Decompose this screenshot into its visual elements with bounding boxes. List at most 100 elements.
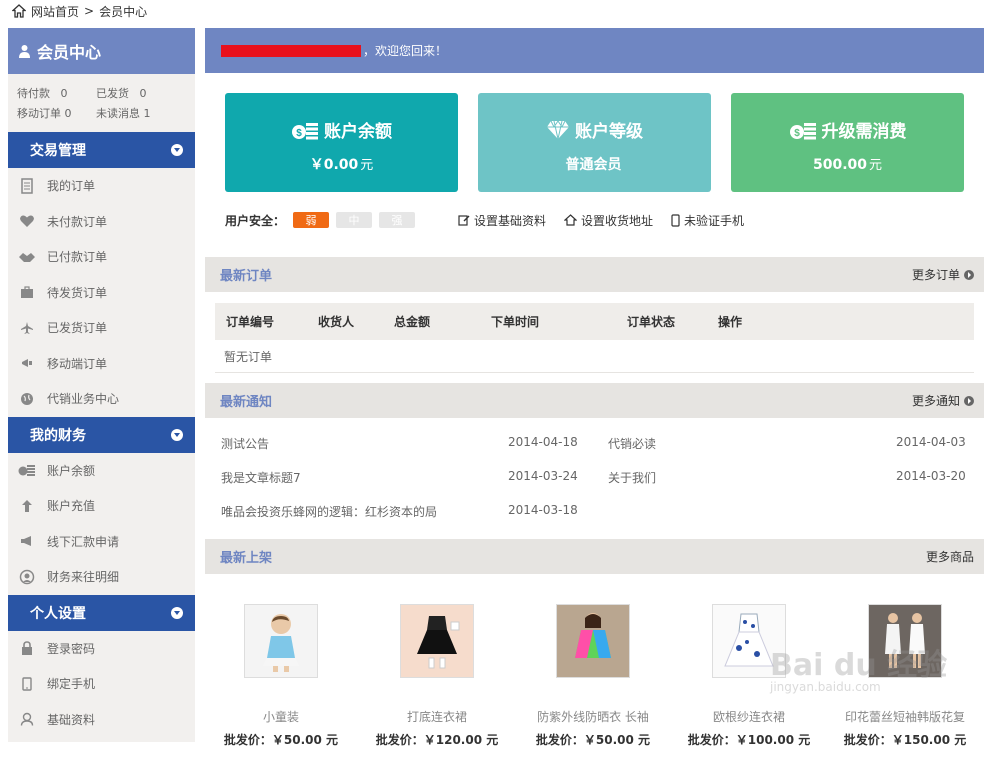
sidebar-item-consignment-center[interactable]: 代销业务中心 xyxy=(8,381,195,417)
new-products-header: 最新上架 更多商品 xyxy=(205,539,984,574)
megaphone-icon xyxy=(18,355,36,371)
set-basic-info-link[interactable]: 设置基础资料 xyxy=(458,212,546,229)
chevron-down-icon[interactable] xyxy=(171,606,183,619)
product-price: 批发价：￥50.00 元 xyxy=(535,733,651,747)
sidebar-item-account-balance[interactable]: 账户余额 xyxy=(8,453,195,489)
coins-icon: $ xyxy=(789,122,816,139)
chevron-down-icon[interactable] xyxy=(171,428,183,441)
sidebar-item-label: 已付款订单 xyxy=(47,250,108,265)
product-card[interactable]: 小童装 批发价：￥50.00 元 xyxy=(206,604,356,748)
card-account-level[interactable]: 账户等级 普通会员 xyxy=(478,93,711,192)
sidebar-stats: 待付款 0 已发货 0 移动订单 0 未读消息 1 xyxy=(8,74,195,132)
more-products-link[interactable]: 更多商品 xyxy=(926,548,974,565)
product-price: 批发价：￥150.00 元 xyxy=(843,733,967,747)
product-name[interactable]: 打底连衣裙 xyxy=(407,708,467,725)
breadcrumb-current: 会员中心 xyxy=(99,4,148,19)
section-title: 交易管理 xyxy=(30,143,86,159)
sidebar-item-shipped-orders[interactable]: 已发货订单 xyxy=(8,310,195,346)
column-header: 总金额 xyxy=(394,315,431,329)
product-name[interactable]: 防紫外线防晒衣 长袖 xyxy=(537,708,649,725)
card-title: 账户等级 xyxy=(575,122,643,142)
product-card[interactable]: 防紫外线防晒衣 长袖 批发价：￥50.00 元 xyxy=(518,604,668,748)
notice-title[interactable]: 我是文章标题7 xyxy=(221,469,301,486)
sidebar-item-label: 登录密码 xyxy=(47,641,96,656)
section-personal-settings[interactable]: 个人设置 xyxy=(8,594,195,631)
welcome-text: ，欢迎您回来！ xyxy=(363,44,448,58)
product-name[interactable]: 欧根纱连衣裙 xyxy=(713,708,785,725)
user-security-row: 用户安全： 弱 中 强 设置基础资料 设置收货地址 未验证手机 xyxy=(225,210,744,230)
edit-icon xyxy=(458,215,470,226)
sidebar-item-label: 我的订单 xyxy=(47,179,96,194)
airplane-icon xyxy=(18,320,36,336)
sidebar-item-recharge[interactable]: 账户充值 xyxy=(8,488,195,524)
more-notices-link[interactable]: 更多通知 xyxy=(912,392,974,409)
card-unit: 元 xyxy=(869,158,883,173)
sidebar-item-login-password[interactable]: 登录密码 xyxy=(8,631,195,667)
product-image[interactable] xyxy=(712,604,786,678)
card-title: 账户余额 xyxy=(324,122,392,142)
product-image[interactable] xyxy=(400,604,474,678)
column-header: 下单时间 xyxy=(491,315,540,329)
product-price: 批发价：￥100.00 元 xyxy=(687,733,811,747)
product-price: 批发价：￥50.00 元 xyxy=(223,733,339,747)
arrow-right-icon xyxy=(964,395,974,406)
product-card[interactable]: 印花蕾丝短袖韩版花复 批发价：￥150.00 元 xyxy=(830,604,980,748)
coins-icon xyxy=(18,462,36,478)
notice-title[interactable]: 关于我们 xyxy=(608,469,656,486)
section-trade-management[interactable]: 交易管理 xyxy=(8,132,195,168)
sidebar-item-offline-remittance[interactable]: 线下汇款申请 xyxy=(8,524,195,560)
stat-mobile-orders: 移动订单 0 xyxy=(17,107,72,120)
product-image[interactable] xyxy=(244,604,318,678)
sidebar-item-label: 账户充值 xyxy=(47,499,96,514)
section-title: 我的财务 xyxy=(30,427,86,444)
product-name[interactable]: 印花蕾丝短袖韩版花复 xyxy=(845,708,965,725)
product-image[interactable] xyxy=(556,604,630,678)
handshake-icon xyxy=(18,249,36,265)
sidebar-item-label: 移动端订单 xyxy=(47,356,108,371)
sidebar-item-paid-orders[interactable]: 已付款订单 xyxy=(8,239,195,275)
sidebar-item-pending-shipment[interactable]: 待发货订单 xyxy=(8,275,195,311)
product-name[interactable]: 小童装 xyxy=(263,708,299,725)
product-card[interactable]: 打底连衣裙 批发价：￥120.00 元 xyxy=(362,604,512,748)
column-header: 订单状态 xyxy=(627,315,676,329)
security-label: 用户安全： xyxy=(225,213,286,228)
sidebar-item-mobile-orders[interactable]: 移动端订单 xyxy=(8,346,195,382)
sidebar-item-unpaid-orders[interactable]: 未付款订单 xyxy=(8,204,195,240)
notice-title[interactable]: 测试公告 xyxy=(221,435,269,452)
sidebar-item-bind-phone[interactable]: 绑定手机 xyxy=(8,666,195,702)
breadcrumb-home-link[interactable]: 网站首页 xyxy=(31,3,79,20)
panel-title: 最新通知 xyxy=(220,395,273,410)
product-image[interactable] xyxy=(868,604,942,678)
more-orders-link[interactable]: 更多订单 xyxy=(912,266,974,283)
sidebar: 会员中心 待付款 0 已发货 0 移动订单 0 未读消息 1 交易管理 我的订单… xyxy=(8,28,195,742)
sidebar-item-my-orders[interactable]: 我的订单 xyxy=(8,168,195,204)
set-address-link[interactable]: 设置收货地址 xyxy=(564,212,653,229)
stat-unread-messages: 未读消息 1 xyxy=(96,107,151,120)
product-price: 批发价：￥120.00 元 xyxy=(375,733,499,747)
section-my-finance[interactable]: 我的财务 xyxy=(8,416,195,453)
notice-date: 2014-03-24 xyxy=(508,469,578,483)
sidebar-item-label: 已发货订单 xyxy=(47,321,108,336)
welcome-bar: ，欢迎您回来！ xyxy=(205,28,984,73)
notice-title[interactable]: 代销必读 xyxy=(608,435,656,452)
verify-phone-link[interactable]: 未验证手机 xyxy=(671,212,744,229)
breadcrumb-separator: > xyxy=(84,4,95,18)
notice-title[interactable]: 唯品会投资乐蜂网的逻辑：红杉资本的局 xyxy=(221,503,437,520)
card-unit: 元 xyxy=(360,158,374,173)
card-value: ￥0.00 xyxy=(309,157,359,173)
link-label: 设置收货地址 xyxy=(581,213,654,228)
bullhorn-icon xyxy=(18,533,36,549)
sidebar-item-finance-details[interactable]: 财务来往明细 xyxy=(8,559,195,595)
sidebar-title: 会员中心 xyxy=(37,43,102,62)
sidebar-item-basic-info[interactable]: 基础资料 xyxy=(8,702,195,738)
chevron-down-icon[interactable] xyxy=(171,144,183,156)
redacted-username xyxy=(221,44,361,57)
product-card[interactable]: 欧根纱连衣裙 批发价：￥100.00 元 xyxy=(674,604,824,748)
column-header: 操作 xyxy=(718,315,743,329)
card-account-balance[interactable]: $ 账户余额 ￥0.00 元 xyxy=(225,93,458,192)
arrow-right-icon xyxy=(964,269,974,280)
link-label: 设置基础资料 xyxy=(474,213,547,228)
home-icon xyxy=(564,214,578,226)
phone-icon xyxy=(671,213,680,227)
card-upgrade-spend[interactable]: $ 升级需消费 500.00 元 xyxy=(731,93,964,192)
